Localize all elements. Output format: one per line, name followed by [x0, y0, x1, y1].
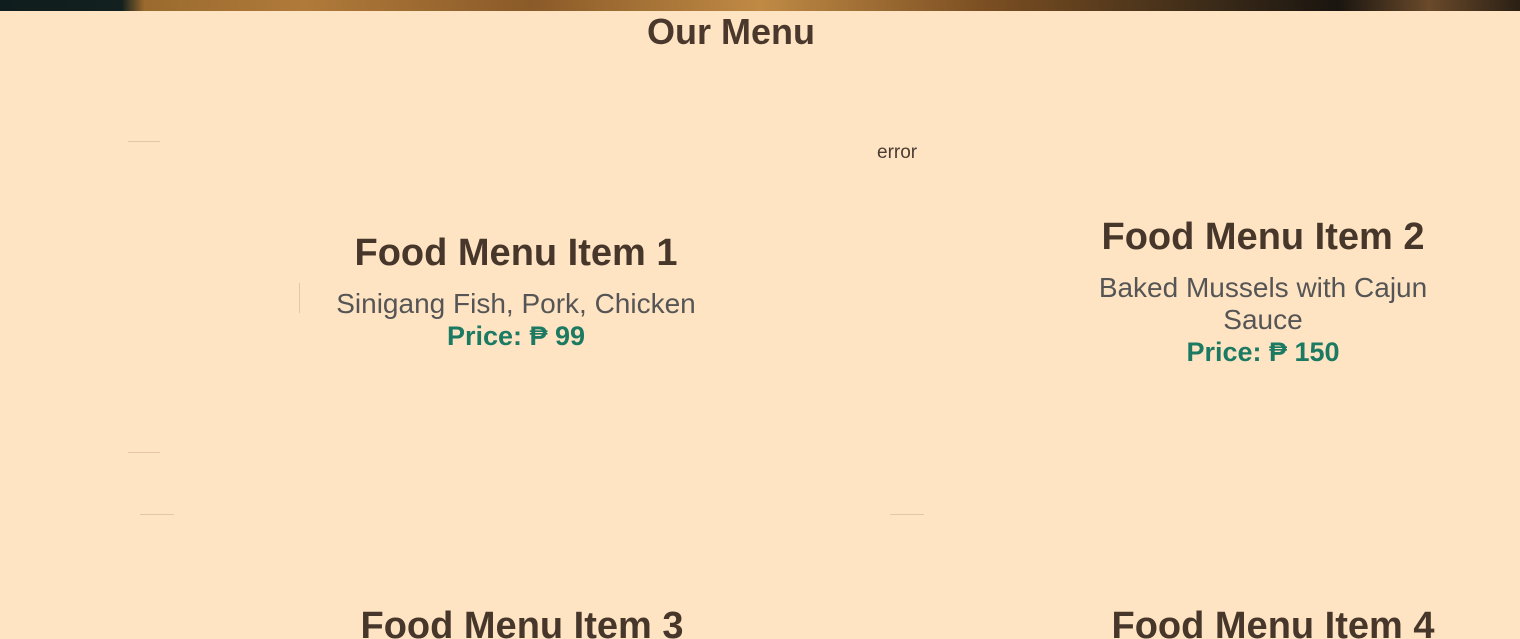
menu-item-description: Baked Mussels with Cajun Sauce: [1098, 272, 1428, 335]
menu-item-title: Food Menu Item 3: [360, 605, 684, 639]
food-image-4: [890, 514, 926, 515]
menu-item-title: Food Menu Item 2: [1101, 216, 1425, 258]
menu-card-4: Food Menu Item 4: [1073, 603, 1473, 639]
menu-section-title: Our Menu: [647, 11, 815, 52]
menu-page: Our Menu error Food Menu Item 1 Sinigang…: [0, 0, 1520, 639]
menu-item-title: Food Menu Item 4: [1111, 605, 1435, 639]
menu-card-3: Food Menu Item 3: [322, 603, 722, 639]
broken-image-alt-text: error: [877, 142, 918, 163]
menu-item-title: Food Menu Item 1: [354, 232, 678, 274]
food-image-3: [140, 514, 176, 515]
menu-item-price: Price: ₱ 150: [1186, 337, 1340, 367]
food-image-1: [128, 141, 300, 453]
menu-item-description: Sinigang Fish, Pork, Chicken: [336, 288, 696, 319]
menu-item-price: Price: ₱ 99: [446, 321, 586, 351]
menu-card-1: Food Menu Item 1 Sinigang Fish, Pork, Ch…: [316, 230, 716, 352]
menu-card-2: Food Menu Item 2 Baked Mussels with Caju…: [1083, 214, 1443, 368]
